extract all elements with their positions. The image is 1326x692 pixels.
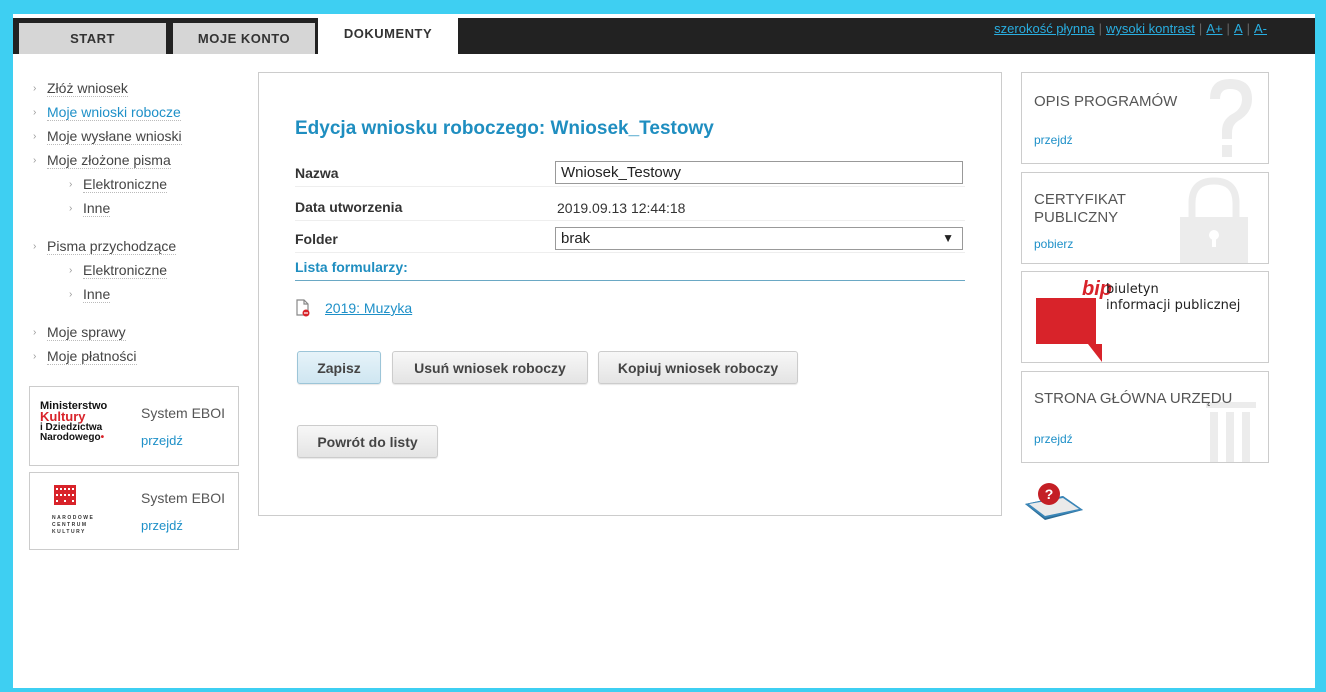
font-smaller-link[interactable]: A-	[1254, 21, 1267, 36]
high-contrast-link[interactable]: wysoki kontrast	[1106, 21, 1195, 36]
caret-down-icon: ▼	[942, 231, 954, 245]
back-to-list-button[interactable]: Powrót do listy	[297, 425, 438, 458]
date-label: Data utworzenia	[295, 199, 403, 215]
sidebar-item-label: Moje wysłane wnioski	[47, 127, 182, 145]
sidebar-item-pisma-inne[interactable]: › Inne	[33, 196, 182, 220]
sidebar-item-wyslane-wnioski[interactable]: › Moje wysłane wnioski	[33, 124, 182, 148]
copy-draft-button[interactable]: Kopiuj wniosek roboczy	[598, 351, 798, 384]
chevron-right-icon: ›	[33, 154, 37, 166]
sidebar-item-label: Moje wnioski robocze	[47, 103, 181, 121]
mkidn-logo-box[interactable]: Ministerstwo Kultury i Dziedzictwa Narod…	[29, 386, 239, 466]
certificate-download-link[interactable]: pobierz	[1034, 237, 1073, 251]
sidebar-item-moje-platnosci[interactable]: › Moje płatności	[33, 344, 182, 368]
sidebar-item-label: Inne	[83, 199, 111, 217]
question-mark-icon	[1210, 79, 1252, 157]
mkidn-logo: Ministerstwo Kultury i Dziedzictwa Narod…	[40, 400, 108, 443]
form-list-item: 2019: Muzyka	[295, 299, 412, 317]
accessibility-links: szerokość płynna | wysoki kontrast | A+ | A | A-	[994, 21, 1267, 36]
chevron-right-icon: ›	[33, 130, 37, 142]
help-book-icon[interactable]: ?	[1021, 480, 1087, 522]
folder-select-value: brak	[561, 230, 591, 247]
tab-dokumenty[interactable]: DOKUMENTY	[318, 18, 458, 54]
office-home-title: STRONA GŁÓWNA URZĘDU	[1034, 390, 1233, 407]
sidebar-item-pisma-elektroniczne[interactable]: › Elektroniczne	[33, 172, 182, 196]
name-row: Nazwa	[295, 159, 965, 187]
system-eboi-label: System EBOI	[141, 405, 226, 421]
office-home-link[interactable]: przejdź	[1034, 432, 1073, 446]
chevron-right-icon: ›	[33, 326, 37, 338]
sidebar-item-label: Moje płatności	[47, 347, 137, 365]
padlock-icon	[1180, 177, 1248, 263]
page-title: Edycja wniosku roboczego: Wniosek_Testow…	[295, 118, 714, 139]
certificate-title-line1: CERTYFIKAT	[1034, 191, 1126, 208]
sidebar-item-przychodzace-inne[interactable]: › Inne	[33, 282, 182, 306]
nck-logo-line2: CENTRUM	[52, 522, 88, 528]
date-value: 2019.09.13 12:44:18	[557, 200, 686, 216]
chevron-right-icon: ›	[33, 240, 37, 252]
certificate-title-line2: PUBLICZNY	[1034, 209, 1119, 226]
nck-przejdz-link[interactable]: przejdź	[141, 518, 183, 533]
sidebar-item-label: Złóż wniosek	[47, 79, 128, 97]
nck-logo-text: NARODOWE CENTRUM KULTURY	[52, 515, 94, 536]
office-home-box[interactable]: STRONA GŁÓWNA URZĘDU przejdź	[1021, 371, 1269, 463]
bip-label-line2: informacji publicznej	[1106, 298, 1241, 313]
folder-select[interactable]: brak ▼	[555, 227, 963, 250]
nck-logo-line1: NARODOWE	[52, 515, 95, 521]
nck-logo-icon	[54, 485, 76, 505]
certificate-title: CERTYFIKAT PUBLICZNY	[1034, 191, 1126, 227]
name-input[interactable]	[555, 161, 963, 184]
sidebar-item-label: Inne	[83, 285, 111, 303]
forms-list-header: Lista formularzy:	[295, 259, 965, 281]
bip-label-line1: biuletyn	[1106, 282, 1159, 297]
sidebar-item-label: Elektroniczne	[83, 261, 168, 279]
nck-logo-line3: KULTURY	[52, 529, 86, 535]
sidebar-item-label: Moje sprawy	[47, 323, 126, 341]
system-eboi-label: System EBOI	[141, 490, 226, 506]
bip-label: biuletyn informacji publicznej	[1106, 282, 1240, 314]
chevron-right-icon: ›	[69, 178, 73, 190]
sidebar-item-przychodzace-elektroniczne[interactable]: › Elektroniczne	[33, 258, 182, 282]
bip-box[interactable]: bip biuletyn informacji publicznej	[1021, 271, 1269, 363]
sidebar-item-label: Elektroniczne	[83, 175, 168, 193]
chevron-right-icon: ›	[69, 202, 73, 214]
sidebar-item-zlozone-pisma[interactable]: › Moje złożone pisma	[33, 148, 182, 172]
svg-text:?: ?	[1045, 486, 1054, 502]
mkidn-przejdz-link[interactable]: przejdź	[141, 433, 183, 448]
certificate-box[interactable]: CERTYFIKAT PUBLICZNY pobierz	[1021, 172, 1269, 264]
page-frame: START MOJE KONTO DOKUMENTY szerokość pły…	[13, 14, 1315, 688]
date-row: Data utworzenia 2019.09.13 12:44:18	[295, 193, 965, 221]
name-label: Nazwa	[295, 165, 339, 181]
save-button[interactable]: Zapisz	[297, 351, 381, 384]
sidebar-item-pisma-przychodzace[interactable]: › Pisma przychodzące	[33, 234, 182, 258]
mkidn-logo-line4: Narodowego	[40, 432, 101, 443]
programs-link[interactable]: przejdź	[1034, 133, 1073, 147]
programs-box[interactable]: OPIS PROGRAMÓW przejdź	[1021, 72, 1269, 164]
folder-label: Folder	[295, 231, 338, 247]
building-column-icon	[1206, 402, 1256, 462]
chevron-right-icon: ›	[69, 288, 73, 300]
sidebar-item-wnioski-robocze[interactable]: › Moje wnioski robocze	[33, 100, 182, 124]
sidebar-item-label: Pisma przychodzące	[47, 237, 177, 255]
top-navigation-bar: START MOJE KONTO DOKUMENTY szerokość pły…	[13, 18, 1315, 54]
sidebar-item-label: Moje złożone pisma	[47, 151, 171, 169]
chevron-right-icon: ›	[69, 264, 73, 276]
sidebar-item-moje-sprawy[interactable]: › Moje sprawy	[33, 320, 182, 344]
font-larger-link[interactable]: A+	[1206, 21, 1222, 36]
programs-title: OPIS PROGRAMÓW	[1034, 93, 1178, 110]
sidebar-item-zloz-wniosek[interactable]: › Złóż wniosek	[33, 76, 182, 100]
chevron-right-icon: ›	[33, 106, 37, 118]
delete-draft-button[interactable]: Usuń wniosek roboczy	[392, 351, 588, 384]
tab-start[interactable]: START	[19, 23, 166, 54]
fluid-width-link[interactable]: szerokość płynna	[994, 21, 1094, 36]
nck-logo-box[interactable]: NARODOWE CENTRUM KULTURY System EBOI prz…	[29, 472, 239, 550]
document-delete-icon	[296, 299, 310, 317]
sidebar-menu: › Złóż wniosek › Moje wnioski robocze › Moj…	[33, 76, 182, 368]
tab-moje-konto[interactable]: MOJE KONTO	[173, 23, 315, 54]
main-panel: Edycja wniosku roboczego: Wniosek_Testow…	[258, 72, 1002, 516]
folder-row: Folder brak ▼	[295, 225, 965, 253]
font-normal-link[interactable]: A	[1234, 21, 1243, 36]
chevron-right-icon: ›	[33, 82, 37, 94]
chevron-right-icon: ›	[33, 350, 37, 362]
form-2019-muzyka-link[interactable]: 2019: Muzyka	[325, 300, 412, 316]
